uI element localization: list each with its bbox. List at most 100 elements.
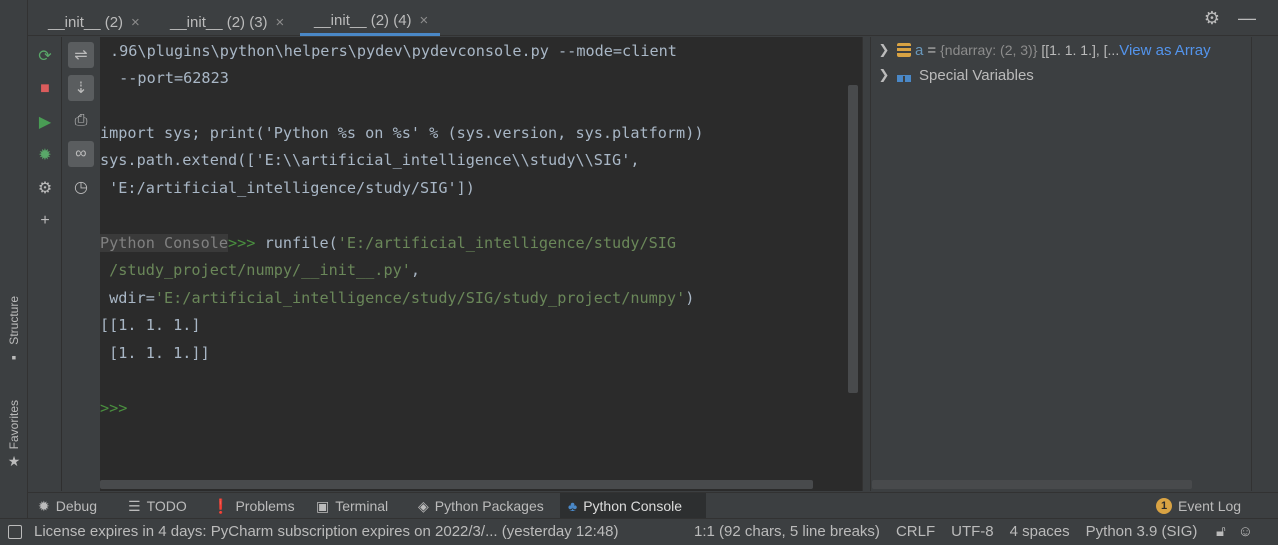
settings-gear-icon[interactable]: ⚙ [32, 175, 58, 201]
tab-init-2[interactable]: __init__ (2) × [48, 8, 140, 36]
show-variables-icon[interactable]: ∞ [68, 141, 94, 167]
tab-label: Python Packages [434, 498, 544, 514]
packages-icon: ◈ [418, 497, 429, 514]
console-horizontal-scrollbar[interactable] [100, 480, 813, 489]
tab-init-2-4[interactable]: __init__ (2) (4) × [300, 8, 441, 36]
rerun-icon[interactable]: ⟳ [32, 43, 58, 69]
prompt-arrow: >>> [228, 234, 256, 252]
status-message[interactable]: License expires in 4 days: PyCharm subsc… [34, 523, 680, 540]
structure-icon: ▪ [11, 348, 17, 365]
structure-tool-button[interactable]: Structure ▪ [2, 296, 26, 365]
punct: , [410, 261, 421, 279]
console-line: --port=62823 [110, 69, 229, 87]
tab-problems[interactable]: ❗ Problems [204, 493, 303, 519]
variable-row-special[interactable]: ❯ Special Variables [871, 63, 1034, 87]
variable-value: [[1. 1. 1.], [... [1041, 42, 1120, 58]
caret-position[interactable]: 1:1 (92 chars, 5 line breaks) [694, 523, 880, 540]
punct: ) [685, 289, 695, 307]
tab-debug[interactable]: ✹ Debug [30, 493, 105, 519]
tab-label: TODO [146, 498, 187, 514]
history-clock-icon[interactable]: ◷ [68, 174, 94, 200]
string-literal: 'E:/artificial_intelligence/study/SIG [337, 234, 677, 252]
indent-setting[interactable]: 4 spaces [1010, 523, 1070, 540]
tab-python-console[interactable]: ♣ Python Console [560, 493, 706, 519]
close-icon[interactable]: × [131, 14, 140, 31]
console-line: import sys; print('Python %s on %s' % (s… [100, 124, 704, 142]
tab-todo[interactable]: ☰ TODO [120, 493, 195, 519]
stop-icon[interactable]: ■ [32, 76, 58, 102]
run-icon[interactable]: ▶ [32, 109, 58, 135]
console-line: sys.path.extend(['E:\\artificial_intelli… [100, 151, 640, 169]
line-separator[interactable]: CRLF [896, 523, 935, 540]
ndarray-icon [897, 43, 911, 57]
print-icon[interactable]: ⎙ [68, 108, 94, 134]
console-line: Python Console>>> runfile('E:/artificial… [100, 231, 676, 255]
console-line: /study_project/numpy/__init__.py', [100, 258, 420, 282]
variable-row-a[interactable]: ❯ a = {ndarray: (2, 3)} [[1. 1. 1.], [..… [871, 38, 1211, 62]
variable-type: {ndarray: (2, 3)} [940, 42, 1038, 58]
equals-sign: = [927, 41, 937, 59]
scroll-to-end-icon[interactable]: ⇣ [68, 75, 94, 101]
chevron-right-icon[interactable]: ❯ [871, 42, 897, 58]
favorites-label: Favorites [7, 400, 21, 450]
todo-list-icon: ☰ [128, 497, 141, 514]
tab-label: __init__ (2) (4) [314, 12, 412, 29]
tab-label: __init__ (2) [48, 13, 124, 31]
star-icon: ★ [7, 453, 21, 470]
right-edge-strip [1251, 37, 1278, 491]
special-variables-icon [897, 68, 911, 82]
debug-bug-icon[interactable]: ✹ [32, 142, 58, 168]
left-tool-strip: Structure ▪ Favorites ★ [0, 0, 28, 518]
string-literal: 'E:/artificial_intelligence/study/SIG/st… [154, 289, 686, 307]
gear-icon[interactable]: ⚙ [1204, 9, 1220, 27]
event-log-button[interactable]: 1 Event Log [1148, 493, 1249, 519]
tab-label: Problems [235, 498, 295, 514]
console-vertical-scrollbar[interactable] [848, 85, 858, 393]
variable-name: a [915, 41, 924, 59]
debug-icon: ✹ [38, 497, 50, 514]
python-interpreter[interactable]: Python 3.9 (SIG) [1086, 523, 1198, 540]
console-line: [[1. 1. 1.] [100, 316, 201, 334]
console-output[interactable]: .96\plugins\python\helpers\pydev\pydevco… [100, 37, 862, 491]
close-icon[interactable]: × [420, 12, 429, 29]
variables-horizontal-scrollbar[interactable] [872, 480, 1192, 489]
tab-label: __init__ (2) (3) [170, 13, 268, 31]
inspector-icon[interactable]: ☺ [1238, 523, 1253, 540]
event-count-badge: 1 [1156, 498, 1172, 514]
lock-icon[interactable]: 🔓︎ [1216, 523, 1226, 540]
console-line: 'E:/artificial_intelligence/study/SIG']) [100, 179, 475, 197]
panel-divider[interactable] [862, 37, 871, 491]
tabbar-actions: ⚙ — [1204, 9, 1256, 27]
console-toolbar-primary: ⟳ ■ ▶ ✹ ⚙ + [28, 37, 62, 491]
input-prompt[interactable]: >>> [100, 396, 127, 420]
close-icon[interactable]: × [276, 14, 285, 31]
tab-terminal[interactable]: ▣ Terminal [308, 493, 396, 519]
tab-label: Terminal [335, 498, 389, 514]
chevron-right-icon[interactable]: ❯ [871, 67, 897, 83]
tool-window-bar: ✹ Debug ☰ TODO ❗ Problems ▣ Terminal ◈ Python… [28, 492, 1278, 519]
console-toolbar-secondary: ⇌ ⇣ ⎙ ∞ ◷ [63, 37, 100, 491]
tab-init-2-3[interactable]: __init__ (2) (3) × [170, 8, 284, 36]
soft-wrap-icon[interactable]: ⇌ [68, 42, 94, 68]
variables-panel: ❯ a = {ndarray: (2, 3)} [[1. 1. 1.], [..… [871, 37, 1251, 491]
status-widgets: 1:1 (92 chars, 5 line breaks) CRLF UTF-8… [694, 523, 1197, 540]
terminal-icon: ▣ [316, 497, 330, 514]
tab-label: Python Console [583, 498, 683, 514]
string-literal: /study_project/numpy/__init__.py' [100, 261, 411, 279]
status-bar: License expires in 4 days: PyCharm subsc… [0, 518, 1278, 545]
console-tab-bar: __init__ (2) × __init__ (2) (3) × __init… [28, 0, 1278, 36]
view-as-array-link[interactable]: View as Array [1119, 42, 1210, 59]
event-log-label: Event Log [1178, 498, 1242, 514]
favorites-tool-button[interactable]: Favorites ★ [2, 400, 26, 470]
structure-label: Structure [7, 296, 21, 345]
tab-label: Debug [55, 498, 97, 514]
prompt-label: Python Console [100, 234, 229, 252]
file-encoding[interactable]: UTF-8 [951, 523, 994, 540]
add-icon[interactable]: + [32, 208, 58, 234]
status-icons: 🔓︎ ☺ [1216, 523, 1253, 540]
special-variables-label: Special Variables [919, 66, 1034, 84]
problems-icon: ❗ [212, 497, 230, 514]
toggle-tool-windows-icon[interactable] [8, 525, 22, 539]
minimize-icon[interactable]: — [1238, 9, 1256, 27]
tab-python-packages[interactable]: ◈ Python Packages [410, 493, 552, 519]
